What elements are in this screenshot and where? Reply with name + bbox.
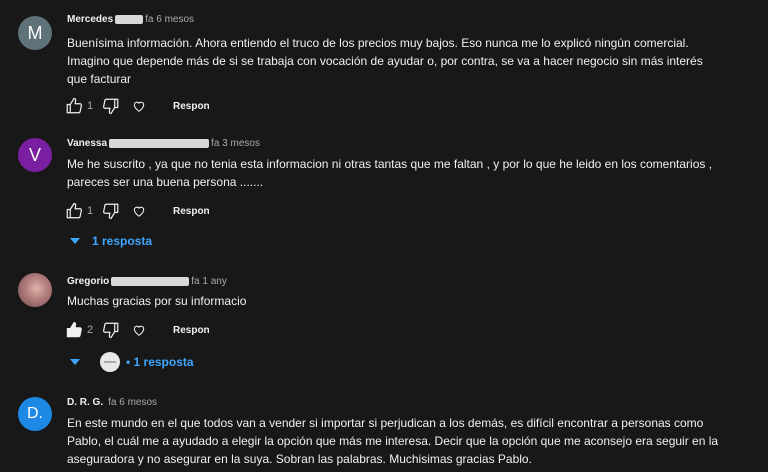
text-line: pareces ser una buena persona .......: [67, 175, 264, 189]
like-icon[interactable]: [64, 201, 84, 221]
text-line: Buenísima información. Ahora entiendo el…: [67, 36, 689, 50]
avatar-initial: M: [27, 22, 43, 43]
view-replies-button[interactable]: • 1 resposta: [70, 352, 194, 372]
text-line: Pablo, el cuál me a ayudado a elegir la …: [67, 434, 719, 448]
redacted-name: [115, 15, 144, 24]
reply-button[interactable]: Respon: [173, 101, 210, 112]
like-icon[interactable]: [64, 96, 84, 116]
comment-header: D. R. G. fa 6 mesos: [67, 397, 157, 408]
text-line: Me he suscrito , ya que no tenia esta in…: [67, 157, 713, 171]
redacted-name: [111, 277, 190, 286]
heart-icon[interactable]: [129, 96, 149, 116]
text-line: Imagino que depende más de si se trabaja…: [67, 54, 703, 68]
text-line: que facturar: [67, 72, 132, 86]
like-count: 1: [87, 205, 94, 217]
timestamp[interactable]: fa 6 mesos: [108, 397, 157, 408]
avatar[interactable]: [18, 273, 52, 307]
comment-header: Vanessa fa 3 mesos: [67, 138, 260, 149]
replies-label: 1 resposta: [92, 234, 153, 248]
chevron-down-icon: [70, 358, 86, 366]
dislike-icon[interactable]: [101, 320, 121, 340]
comment-header: Mercedes fa 6 mesos: [67, 14, 194, 25]
dislike-icon[interactable]: [101, 201, 121, 221]
comment-actions: 1 Respon: [64, 201, 210, 221]
redacted-name: [109, 139, 210, 148]
comment-actions: 2 Respon: [64, 320, 210, 340]
avatar-initial: V: [28, 144, 41, 165]
heart-icon[interactable]: [129, 201, 149, 221]
timestamp[interactable]: fa 3 mesos: [211, 138, 260, 149]
comment-header: Gregorio fa 1 any: [67, 276, 227, 287]
chevron-down-icon: [70, 237, 86, 245]
author-name[interactable]: D. R. G.: [67, 397, 103, 408]
avatar[interactable]: V: [18, 138, 52, 172]
dislike-icon[interactable]: [101, 96, 121, 116]
like-count: 2: [87, 324, 94, 336]
like-count: 1: [87, 100, 94, 112]
comment-text: En este mundo en el que todos van a vend…: [67, 414, 747, 468]
text-line: aseguradora y no asegurar en la suya. So…: [67, 452, 532, 466]
reply-button[interactable]: Respon: [173, 206, 210, 217]
author-name[interactable]: Mercedes: [67, 14, 113, 25]
view-replies-button[interactable]: 1 resposta: [70, 234, 152, 248]
replies-label: • 1 resposta: [126, 355, 194, 369]
avatar-initial: D.: [27, 405, 43, 422]
text-line: En este mundo en el que todos van a vend…: [67, 416, 704, 430]
reply-button[interactable]: Respon: [173, 325, 210, 336]
text-line: Muchas gracias por su informacio: [67, 294, 247, 308]
comment-text: Me he suscrito , ya que no tenia esta in…: [67, 155, 747, 191]
comment-text: Muchas gracias por su informacio: [67, 292, 747, 310]
comment-actions: 1 Respon: [64, 96, 210, 116]
timestamp[interactable]: fa 6 mesos: [145, 14, 194, 25]
author-name[interactable]: Gregorio: [67, 276, 109, 287]
avatar[interactable]: D.: [18, 397, 52, 431]
timestamp[interactable]: fa 1 any: [191, 276, 227, 287]
heart-icon[interactable]: [129, 320, 149, 340]
avatar[interactable]: M: [18, 16, 52, 50]
like-icon-filled[interactable]: [64, 320, 84, 340]
creator-avatar: [100, 352, 120, 372]
comment-text: Buenísima información. Ahora entiendo el…: [67, 34, 747, 88]
author-name[interactable]: Vanessa: [67, 138, 107, 149]
